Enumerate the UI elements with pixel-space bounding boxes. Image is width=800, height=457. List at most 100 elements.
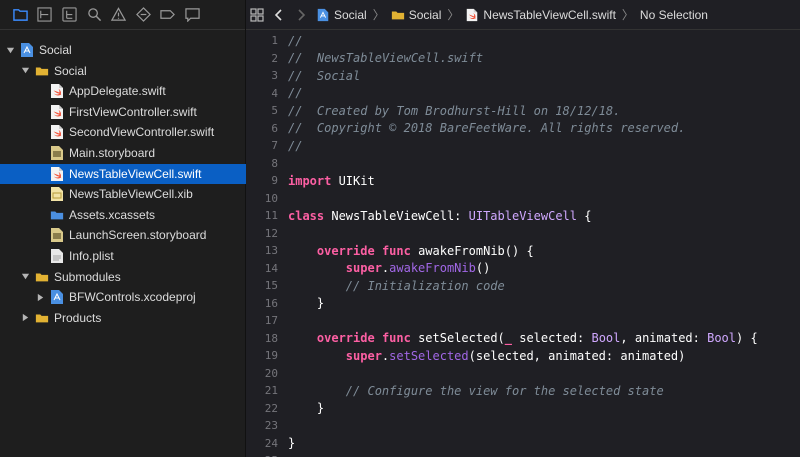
tree-item[interactable]: FirstViewController.swift — [0, 102, 280, 122]
line-number: 23 — [264, 419, 278, 433]
tree-item[interactable]: LaunchScreen.storyboard — [0, 225, 280, 245]
code-text: } — [288, 436, 295, 450]
tree-item[interactable]: Assets.xcassets — [0, 205, 280, 225]
code-line: 12 — [246, 225, 800, 243]
code-token: UITableViewCell — [468, 208, 577, 223]
back-chevron-icon[interactable] — [268, 0, 290, 30]
project-icon — [316, 8, 330, 22]
tree-item[interactable]: Submodules — [0, 267, 265, 287]
disclosure-closed-icon[interactable] — [35, 292, 45, 302]
test-diamond-icon[interactable] — [131, 0, 156, 30]
code-text: } — [288, 401, 324, 415]
tree-item-label: Products — [54, 310, 102, 325]
code-token: { — [577, 208, 592, 223]
line-number: 14 — [264, 261, 278, 275]
tree-item[interactable]: SecondViewController.swift — [0, 122, 280, 142]
breadcrumb-item[interactable]: Social — [316, 8, 367, 22]
code-line: 5 // Created by Tom Brodhurst-Hill on 18/… — [246, 102, 800, 120]
tree-item-label: Main.storyboard — [69, 146, 156, 160]
code-line: 3 // Social — [246, 67, 800, 85]
code-token: setSelected — [389, 348, 469, 363]
tree-item[interactable]: Social — [0, 40, 250, 60]
code-token: // NewsTableViewCell.swift — [288, 51, 484, 66]
code-token: super — [345, 261, 382, 276]
line-number: 16 — [264, 296, 278, 310]
code-token: class — [288, 208, 325, 223]
code-token: // Configure the view for the selected s… — [288, 383, 664, 398]
swift-file-icon — [50, 124, 64, 140]
code-token: func — [381, 243, 411, 258]
code-token: setSelected( — [410, 331, 505, 346]
breadcrumb-item[interactable]: NewsTableViewCell.swift — [465, 8, 616, 22]
folder-icon[interactable] — [8, 0, 33, 30]
storyboard-icon — [50, 145, 64, 161]
code-area[interactable]: 1 // 2 // NewsTableViewCell.swift 3 // Social… — [246, 30, 800, 457]
tree-item[interactable]: BFWControls.xcodeproj — [0, 287, 280, 307]
breadcrumb-label: NewsTableViewCell.swift — [483, 7, 616, 22]
tree-item[interactable]: NewsTableViewCell.swift — [0, 163, 280, 184]
xib-file-icon — [50, 186, 64, 202]
code-text: // — [288, 34, 302, 48]
code-token: , animated: — [620, 331, 708, 346]
code-token: override — [316, 243, 375, 258]
breadcrumb-label: No Selection — [639, 7, 708, 22]
tree-item[interactable]: Main.storyboardM — [0, 143, 280, 163]
code-line: 8 — [246, 155, 800, 173]
search-icon[interactable] — [82, 0, 107, 30]
jump-bar: Social 〉 Social 〉 NewsTableViewCell.swift 〉 No… — [246, 0, 800, 30]
code-line: 6 // Copyright © 2018 BareFeetWare. All r… — [246, 120, 800, 138]
tree-item[interactable]: AppDelegate.swift — [0, 81, 280, 101]
code-token: ) { — [736, 331, 758, 346]
code-line: 23 — [246, 417, 800, 435]
code-line: 20 — [246, 365, 800, 383]
code-token: // Initialization code — [288, 278, 505, 293]
tree-item[interactable]: NewsTableViewCell.xib — [0, 184, 280, 204]
code-text: // — [288, 86, 302, 100]
code-text: override func setSelected(_ selected: Bo… — [288, 331, 758, 345]
code-token: // Copyright © 2018 BareFeetWare. All ri… — [288, 121, 686, 136]
tree-item[interactable]: Info.plist — [0, 246, 280, 266]
tree-item[interactable]: Products — [0, 308, 265, 328]
line-number: 10 — [264, 191, 278, 205]
hierarchy-icon[interactable] — [57, 0, 82, 30]
code-line: 9 import UIKit — [246, 172, 800, 190]
code-token: // Created by Tom Brodhurst-Hill on 18/1… — [288, 103, 621, 118]
disclosure-open-icon[interactable] — [5, 45, 15, 55]
scm-icon[interactable] — [33, 0, 58, 30]
code-token: NewsTableViewCell: — [324, 208, 469, 223]
breakpoint-icon[interactable] — [156, 0, 181, 30]
forward-chevron-icon[interactable] — [290, 0, 312, 30]
project-icon — [20, 42, 34, 58]
tree-item-label: NewsTableViewCell.xib — [69, 187, 193, 202]
disclosure-closed-icon[interactable] — [20, 313, 30, 323]
code-token: // — [288, 33, 303, 48]
disclosure-open-icon[interactable] — [20, 272, 30, 282]
code-line: 2 // NewsTableViewCell.swift — [246, 50, 800, 68]
tree-item-label: NewsTableViewCell.swift — [69, 166, 202, 181]
folder-icon — [35, 269, 49, 285]
code-line: 11 class NewsTableViewCell: UITableViewCe… — [246, 207, 800, 225]
tree-item[interactable]: Social — [0, 61, 265, 81]
line-number: 1 — [271, 34, 278, 48]
tree-item-label: Info.plist — [69, 249, 114, 263]
warning-icon[interactable] — [106, 0, 131, 30]
breadcrumb-item[interactable]: No Selection — [640, 8, 708, 22]
code-line: 4 // — [246, 85, 800, 103]
breadcrumb: Social 〉 Social 〉 NewsTableViewCell.swift 〉 No… — [316, 6, 708, 23]
plist-file-icon — [50, 248, 64, 264]
storyboard-icon — [50, 227, 64, 243]
breadcrumb-item[interactable]: Social — [391, 8, 441, 22]
code-line: 17 — [246, 312, 800, 330]
code-text: // Initialization code — [288, 279, 505, 293]
report-icon[interactable] — [180, 0, 205, 30]
disclosure-open-icon[interactable] — [20, 66, 30, 76]
code-line: 25 — [246, 452, 800, 457]
project-icon — [50, 289, 64, 305]
code-text: // Configure the view for the selected s… — [288, 384, 664, 398]
line-number: 22 — [264, 401, 278, 415]
related-items-icon[interactable] — [246, 0, 268, 30]
